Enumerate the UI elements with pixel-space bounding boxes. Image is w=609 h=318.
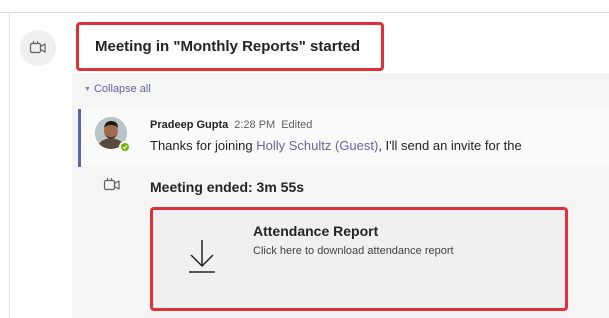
download-arrow-icon: [184, 238, 220, 279]
card-title: Attendance Report: [253, 223, 379, 239]
mention-link[interactable]: Holly Schultz (Guest): [256, 138, 378, 153]
meeting-ended-label: Meeting ended: 3m 55s: [150, 179, 305, 195]
message-meta: Pradeep Gupta 2:28 PM Edited: [150, 119, 312, 131]
message-time: 2:28 PM: [234, 119, 276, 131]
message-text-before: Thanks for joining: [150, 138, 257, 153]
collapse-all-link[interactable]: ▼ Collapse all: [84, 83, 151, 95]
card-subtitle: Click here to download attendance report: [253, 245, 454, 257]
message-text-after: , I'll send an invite for the: [378, 138, 522, 153]
presence-available-icon: [119, 141, 131, 153]
chevron-down-icon: ▼: [84, 85, 91, 93]
collapse-all-label: Collapse all: [93, 83, 151, 95]
meeting-camera-icon: [103, 177, 121, 198]
meeting-camera-icon: [20, 30, 56, 66]
meeting-title[interactable]: Meeting in "Monthly Reports" started: [95, 38, 360, 55]
edited-label: Edited: [281, 119, 313, 131]
message-text: Thanks for joining Holly Schultz (Guest)…: [150, 138, 522, 153]
author-name[interactable]: Pradeep Gupta: [150, 119, 228, 131]
